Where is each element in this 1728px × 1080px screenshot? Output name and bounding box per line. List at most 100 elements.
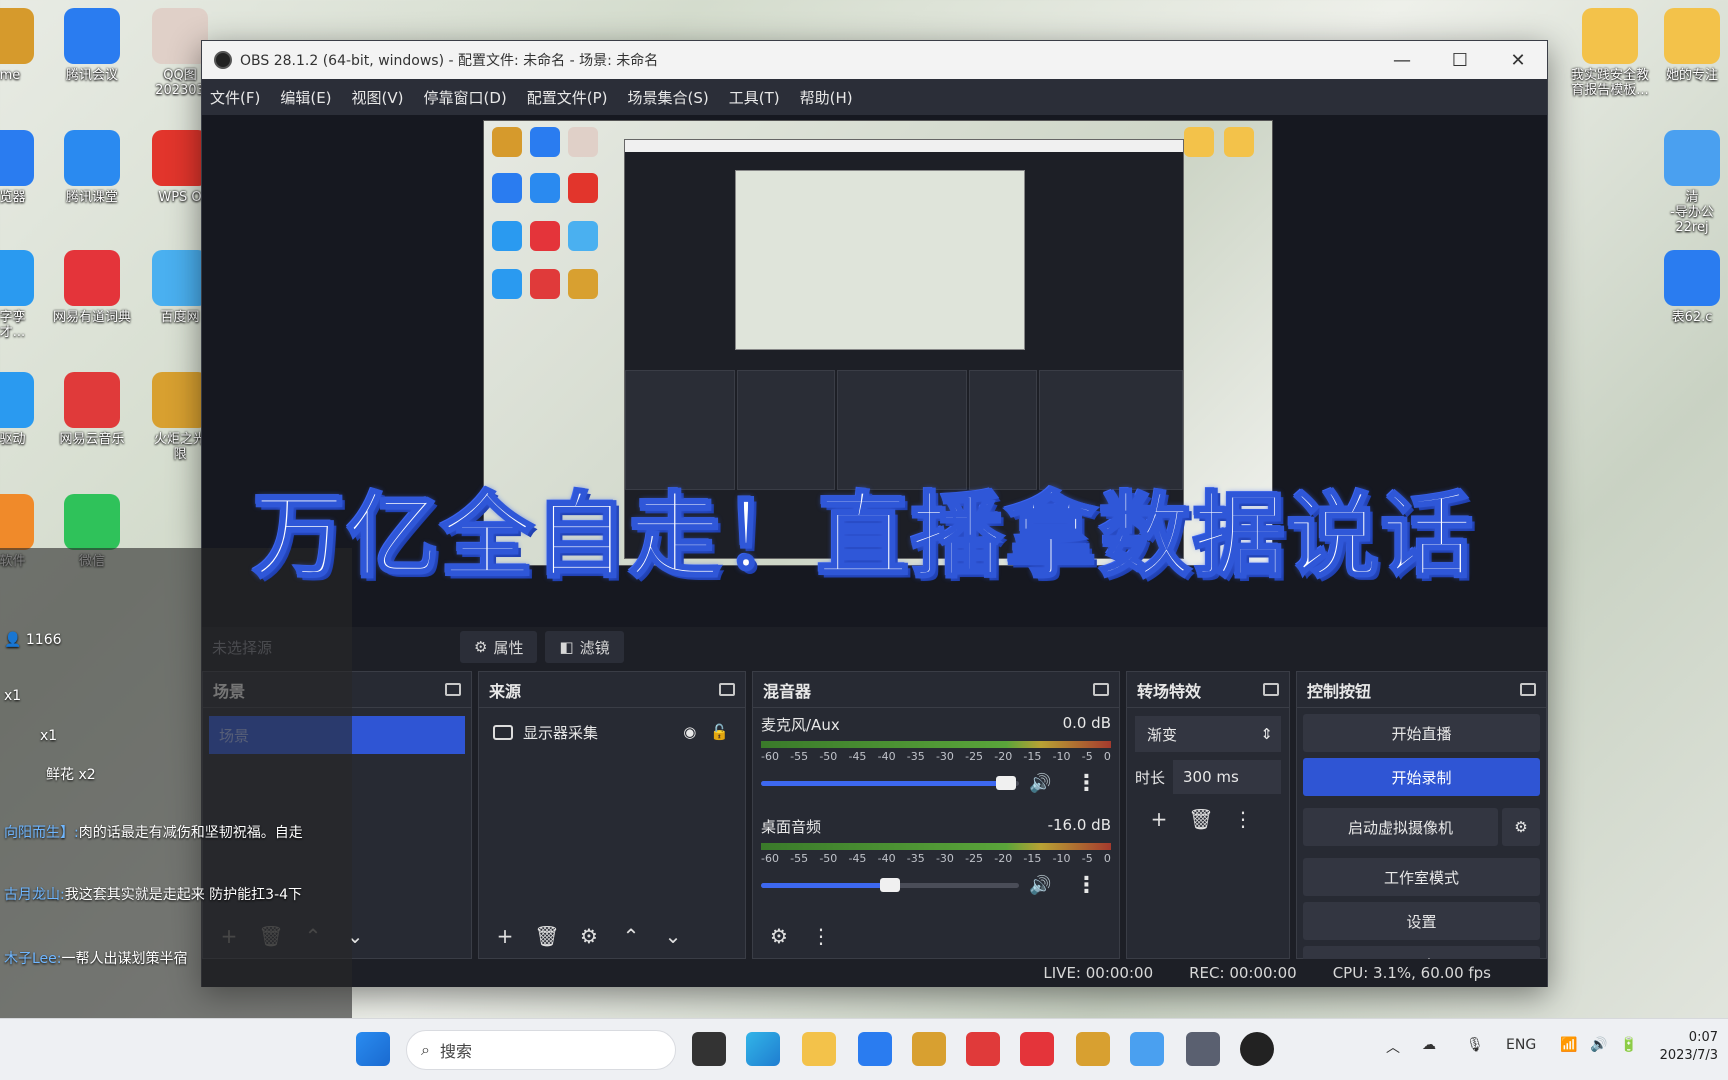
app-icon [1664,8,1720,64]
menu-help[interactable]: 帮助(H) [800,87,853,108]
remove-transition-button[interactable]: 🗑 [1183,802,1219,836]
lock-icon[interactable]: 🔓 [710,723,729,741]
wifi-icon[interactable]: 📶 [1560,1037,1577,1053]
start-icon[interactable] [356,1032,390,1066]
speaker-icon[interactable]: 🔊 [1029,773,1051,794]
undock-icon[interactable] [445,683,461,696]
language-indicator[interactable]: ENG [1506,1037,1536,1053]
advanced-audio-button[interactable]: ⚙ [761,919,797,953]
desktop-icon[interactable]: 网易云音乐 [50,372,134,447]
meter-tick-label: -40 [877,852,896,865]
tray-chevron-icon[interactable]: ︿ [1386,1037,1400,1057]
meter-tick-label: -20 [994,750,1013,763]
onedrive-icon[interactable]: ☁ [1422,1037,1436,1053]
transition-select[interactable]: 渐变 ⇕ [1135,716,1281,752]
studio-mode-button[interactable]: 工作室模式 [1303,858,1540,896]
properties-button[interactable]: ⚙ 属性 [460,631,538,663]
window-title: OBS 28.1.2 (64-bit, windows) - 配置文件: 未命名… [240,53,659,69]
app-yellow-icon[interactable] [1076,1032,1110,1066]
desktop-icon[interactable]: ame [0,8,48,83]
remove-source-button[interactable]: 🗑 [529,919,565,953]
desktop-icon[interactable]: 腾讯课堂 [50,130,134,205]
mail-icon[interactable] [858,1032,892,1066]
menu-view[interactable]: 视图(V) [352,87,404,108]
edge-icon[interactable] [746,1032,780,1066]
docks-area: 场景 场景 + 🗑 ⌃ ⌄ 来源 显示器采集 ◉ 🔓 + 🗑 ⚙ ⌃ [202,671,1547,984]
clock[interactable]: 0:07 2023/7/3 [1660,1029,1718,1065]
clock-time: 0:07 [1688,1030,1718,1045]
menu-profile[interactable]: 配置文件(P) [527,87,608,108]
menu-edit[interactable]: 编辑(E) [280,87,331,108]
start-streaming-button[interactable]: 开始直播 [1303,714,1540,752]
maximize-button[interactable]: ☐ [1431,41,1489,79]
eye-icon[interactable]: ◉ [683,723,696,741]
source-item[interactable]: 显示器采集 ◉ 🔓 [487,716,737,748]
desktop-icon-label: 浏览器 [0,190,26,205]
desktop-icon[interactable]: 网易有道词典 [50,250,134,325]
gear-icon: ⚙ [1514,818,1528,836]
settings-button[interactable]: 设置 [1303,902,1540,940]
properties-label: 属性 [493,638,524,657]
virtual-camera-settings-button[interactable]: ⚙ [1502,808,1540,846]
channel-level: -16.0 dB [1047,816,1111,834]
minimize-button[interactable]: — [1373,41,1431,79]
file-explorer-icon[interactable] [802,1032,836,1066]
channel-menu-button[interactable]: ⋮ [1075,771,1097,796]
duration-input[interactable]: 300 ms [1173,760,1281,794]
rec-status: REC: 00:00:00 [1189,964,1297,982]
start-recording-button[interactable]: 开始录制 [1303,758,1540,796]
battery-icon[interactable]: 🔋 [1620,1037,1637,1053]
source-down-button[interactable]: ⌄ [655,919,691,953]
channel-level: 0.0 dB [1062,714,1111,732]
undock-icon[interactable] [1263,683,1279,696]
taskbar: ⌕ 搜索 ︿ ☁ 🎙 ENG 📶 🔊 🔋 0:07 2023/7/3 [0,1018,1728,1080]
desktop-icon[interactable]: 数字孪 人才... [0,250,48,340]
channel-menu-button[interactable]: ⋮ [1075,873,1097,898]
undock-icon[interactable] [1520,683,1536,696]
volume-icon[interactable]: 🔊 [1590,1037,1607,1053]
mic-icon[interactable]: 🎙 [1466,1037,1484,1053]
netease-music-icon[interactable] [966,1032,1000,1066]
undock-icon[interactable] [1093,683,1109,696]
transition-menu-button[interactable]: ⋮ [1225,802,1261,836]
add-source-button[interactable]: + [487,919,523,953]
desktop-icon[interactable]: 清 -导办公 22rej [1650,130,1728,235]
desktop-icon[interactable]: 她的专注 [1650,8,1728,83]
desktop-icon[interactable]: 新驱动 [0,372,48,447]
desktop-icon[interactable]: 腾讯会议 [50,8,134,83]
undock-icon[interactable] [719,683,735,696]
desktop-icon[interactable]: 表62.c [1650,250,1728,325]
notepad-icon[interactable] [1130,1032,1164,1066]
start-virtual-camera-button[interactable]: 启动虚拟摄像机 [1303,808,1498,846]
app-icon [1664,250,1720,306]
app-icon[interactable] [912,1032,946,1066]
menu-docks[interactable]: 停靠窗口(D) [424,87,507,108]
mixer-menu-button[interactable]: ⋮ [803,919,839,953]
desktop-icon[interactable]: 浏览器 [0,130,48,205]
desktop-icon[interactable]: 我实践安全教 育报告模板... [1568,8,1652,98]
mixer-channel-mic: 麦克风/Aux 0.0 dB -60 -55 -50 -45 -40 -35 -30 -25 -2… [753,708,1119,796]
calculator-icon[interactable] [1186,1032,1220,1066]
source-settings-button[interactable]: ⚙ [571,919,607,953]
source-up-button[interactable]: ⌃ [613,919,649,953]
filters-button[interactable]: ◧ 滤镜 [545,631,624,663]
menu-tools[interactable]: 工具(T) [729,87,780,108]
meter-tick-label: -45 [848,852,867,865]
volume-slider[interactable] [761,878,1019,892]
speaker-icon[interactable]: 🔊 [1029,875,1051,896]
add-transition-button[interactable]: + [1141,802,1177,836]
task-view-icon[interactable] [692,1032,726,1066]
volume-slider[interactable] [761,776,1019,790]
meter-tick-label: -35 [906,750,925,763]
app-icon [1664,130,1720,186]
search-box[interactable]: ⌕ 搜索 [406,1030,676,1070]
app-red-icon[interactable] [1020,1032,1054,1066]
close-button[interactable]: ✕ [1489,41,1547,79]
obs-taskbar-icon[interactable] [1240,1032,1274,1066]
duration-row: 时长 300 ms [1135,760,1281,794]
menu-file[interactable]: 文件(F) [210,87,260,108]
menu-scene-collection[interactable]: 场景集合(S) [628,87,709,108]
app-icon [64,130,120,186]
audio-meter [761,843,1111,850]
controls-dock: 控制按钮 开始直播 开始录制 启动虚拟摄像机 ⚙ 工作室模式 设置 退出 [1296,671,1547,984]
